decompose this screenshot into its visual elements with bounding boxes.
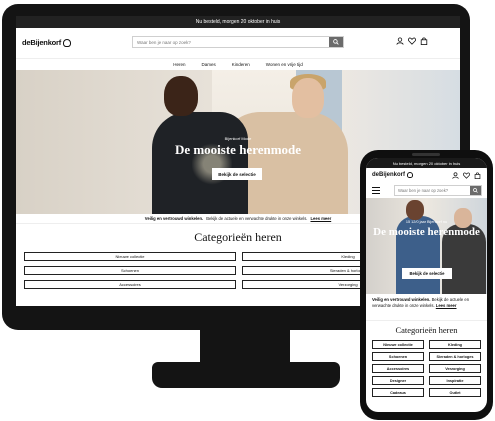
bag-icon[interactable] <box>420 37 428 45</box>
mobile-screen: Nu besteld, morgen 20 oktober in huis de… <box>366 158 487 412</box>
hero-model-2-head <box>292 78 324 118</box>
mobile-category-button[interactable]: Designer <box>372 376 424 385</box>
mobile-hero-cta-button[interactable]: Bekijk de selectie <box>402 268 452 279</box>
mobile-category-button[interactable]: Schoenen <box>372 352 424 361</box>
notice-link[interactable]: Lees meer <box>310 216 331 221</box>
account-icon[interactable] <box>396 37 404 45</box>
mobile-category-button[interactable]: Kleding <box>429 340 481 349</box>
phone-notch <box>412 153 440 156</box>
mobile-hero-title: De mooiste herenmode <box>373 226 480 238</box>
nav-item-kinderen[interactable]: Kinderen <box>232 62 250 67</box>
mobile-category-button[interactable]: Sieraden & horloges <box>429 352 481 361</box>
site-logo[interactable]: deBijenkorf <box>22 38 72 47</box>
search-input[interactable]: Waar ben je naar op zoek? <box>133 40 329 45</box>
site-header: deBijenkorf Waar ben je naar op zoek? <box>16 28 460 59</box>
notice-bold: Veilig en vertrouwd winkelen. <box>144 216 204 221</box>
header-icons <box>396 37 428 45</box>
category-button[interactable]: Nieuwe collectie <box>24 252 236 261</box>
hamburger-menu-icon[interactable] <box>372 187 380 194</box>
mobile-categories-grid: Nieuwe collectie Kleding Schoenen Sierad… <box>366 337 487 397</box>
nav-item-dames[interactable]: Dames <box>202 62 216 67</box>
mobile-category-button[interactable]: Verzorging <box>429 364 481 373</box>
bee-logo-icon <box>63 38 72 47</box>
nav-item-heren[interactable]: Heren <box>173 62 185 67</box>
mobile-category-button[interactable]: Inspiratie <box>429 376 481 385</box>
mobile-hero-banner: 15 12/0 jaar Bijenkorf nu De mooiste her… <box>366 198 487 294</box>
mobile-search-input[interactable]: Waar ben je naar op zoek? <box>395 188 470 193</box>
mobile-promo-bar: Nu besteld, morgen 20 oktober in huis <box>366 158 487 168</box>
mobile-header-icons <box>452 172 481 179</box>
mobile-notice-bold: Veilig en vertrouwd winkelen. <box>372 297 431 302</box>
search-icon <box>333 39 339 45</box>
mobile-safety-notice: Veilig en vertrouwd winkelen. Bekijk de … <box>366 294 487 321</box>
bag-icon[interactable] <box>474 172 481 179</box>
mobile-search-bar[interactable]: Waar ben je naar op zoek? <box>394 185 482 196</box>
mobile-category-button[interactable]: Outlet <box>429 388 481 397</box>
search-button[interactable] <box>329 37 343 47</box>
heart-icon[interactable] <box>408 37 416 45</box>
monitor-stand-neck <box>200 330 290 366</box>
mobile-header: deBijenkorf <box>366 168 487 184</box>
category-button[interactable]: Accessoires <box>24 280 236 289</box>
mobile-notice-link[interactable]: Lees meer <box>436 303 457 308</box>
mobile-search-row: Waar ben je naar op zoek? <box>366 184 487 198</box>
notice-text: Bekijk de actuele en verwachte drukte in… <box>206 216 308 221</box>
hero-cta-button[interactable]: Bekijk de selectie <box>212 168 262 180</box>
promo-topbar: Nu besteld, morgen 20 oktober in huis <box>16 16 460 28</box>
nav-item-wonen[interactable]: Wonen en vrije tijd <box>266 62 303 67</box>
logo-text: deBijenkorf <box>22 38 62 47</box>
category-button[interactable]: Schoenen <box>24 266 236 275</box>
mobile-hero-model-2-head <box>454 208 472 228</box>
mobile-categories-title: Categorieën heren <box>395 325 458 335</box>
mobile-logo-text: deBijenkorf <box>372 172 406 178</box>
mobile-phone: Nu besteld, morgen 20 oktober in huis de… <box>360 150 493 420</box>
mobile-category-button[interactable]: Cadeaus <box>372 388 424 397</box>
hero-subtitle: Bijenkorf Mode <box>224 136 252 141</box>
account-icon[interactable] <box>452 172 459 179</box>
monitor-stand-base <box>152 362 340 388</box>
hero-model-1-head <box>164 76 198 116</box>
mobile-search-button[interactable] <box>470 186 481 195</box>
main-nav: Heren Dames Kinderen Wonen en vrije tijd <box>16 59 460 70</box>
heart-icon[interactable] <box>463 172 470 179</box>
mobile-category-button[interactable]: Nieuwe collectie <box>372 340 424 349</box>
mobile-category-button[interactable]: Accessoires <box>372 364 424 373</box>
search-bar[interactable]: Waar ben je naar op zoek? <box>132 36 344 48</box>
search-icon <box>473 188 478 193</box>
mobile-logo[interactable]: deBijenkorf <box>372 172 414 178</box>
mobile-hero-model-1-head <box>406 200 424 220</box>
mobile-hero-subtitle: 15 12/0 jaar Bijenkorf nu <box>405 220 448 224</box>
bee-logo-icon <box>407 172 414 178</box>
